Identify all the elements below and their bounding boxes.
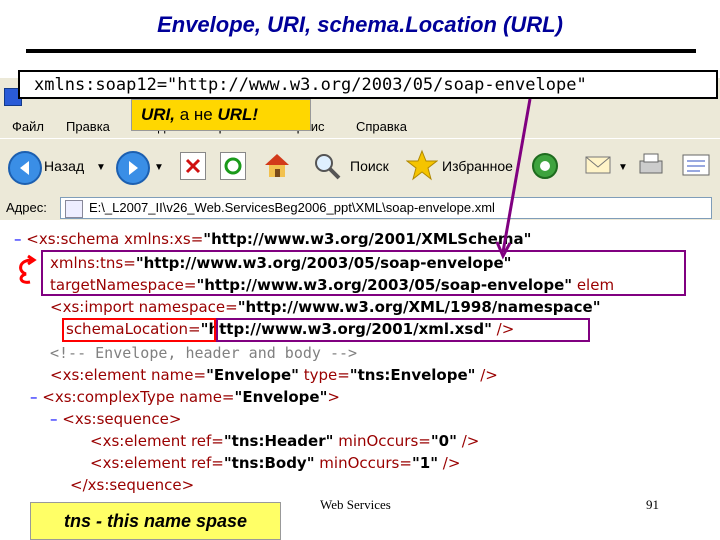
pointer-arrow	[495, 98, 532, 260]
footer-title: Web Services	[320, 497, 391, 512]
page-number: 91	[646, 497, 659, 512]
tns-note-box: tns - this name spase	[30, 502, 281, 540]
